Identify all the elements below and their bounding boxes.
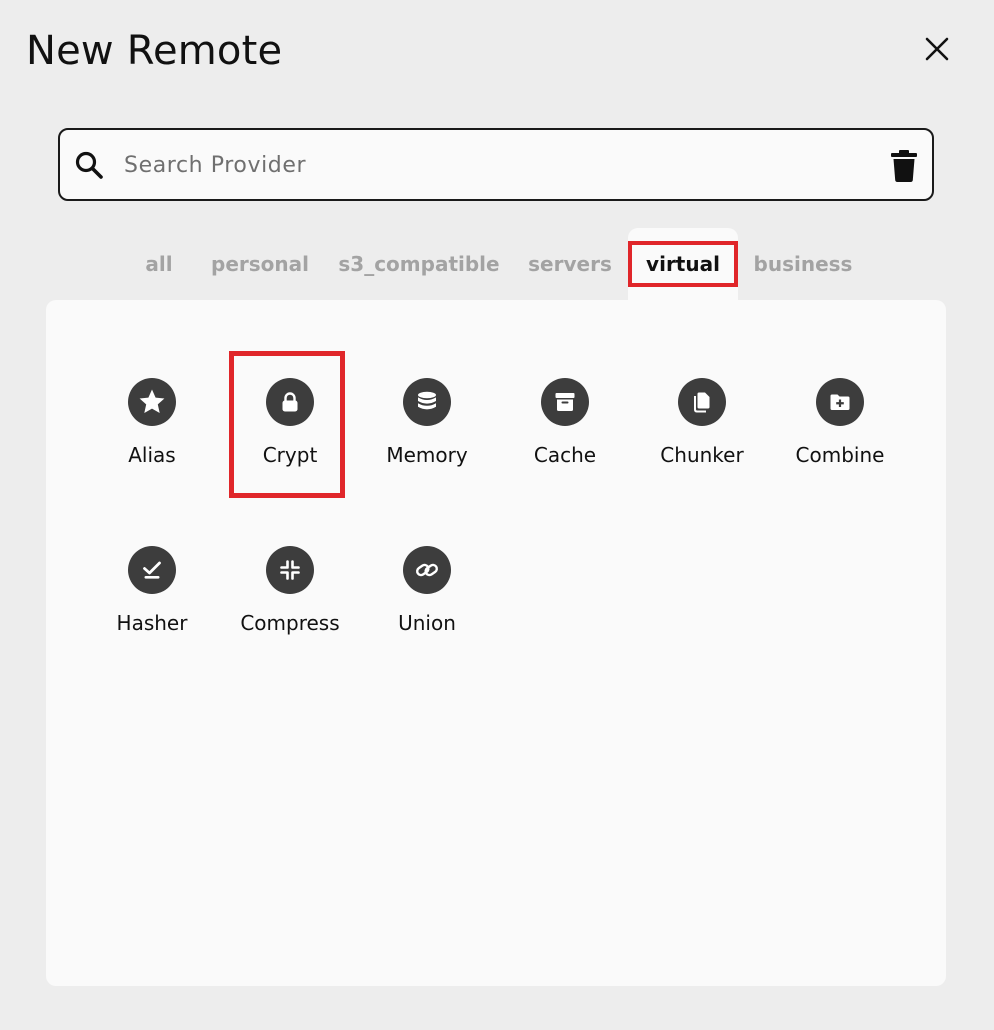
provider-icon-badge — [403, 378, 451, 426]
provider-label: Alias — [128, 443, 176, 467]
provider-compress[interactable]: Compress — [230, 546, 350, 656]
new-remote-dialog: New Remote all personal s3_compatible se… — [0, 0, 994, 1030]
copy-icon — [694, 392, 710, 413]
provider-label: Hasher — [116, 611, 188, 635]
tab-all[interactable]: all — [133, 228, 185, 300]
category-tabs: all personal s3_compatible servers virtu… — [0, 228, 994, 300]
tab-label: personal — [211, 252, 309, 276]
search-input[interactable] — [124, 144, 864, 186]
close-icon — [925, 37, 949, 61]
provider-icon-badge — [678, 378, 726, 426]
provider-hasher[interactable]: Hasher — [92, 546, 212, 656]
database-icon — [418, 391, 436, 410]
provider-cache[interactable]: Cache — [505, 378, 625, 488]
tab-label: virtual — [628, 241, 738, 287]
provider-memory[interactable]: Memory — [367, 378, 487, 488]
search-box — [58, 128, 934, 201]
provider-panel: Alias Crypt Memory Cache Chunker Combine… — [46, 300, 946, 986]
provider-label: Union — [398, 611, 456, 635]
compress-icon — [280, 560, 300, 580]
provider-label: Cache — [533, 443, 597, 467]
archive-icon — [555, 393, 575, 411]
tab-label: servers — [528, 252, 612, 276]
provider-icon-badge — [128, 378, 176, 426]
tab-servers[interactable]: servers — [522, 228, 618, 300]
provider-label: Combine — [795, 443, 885, 467]
provider-icon-badge — [541, 378, 589, 426]
dialog-title: New Remote — [26, 28, 283, 74]
provider-label: Compress — [240, 611, 340, 635]
provider-label: Memory — [386, 443, 468, 467]
selection-highlight — [229, 351, 345, 498]
provider-alias[interactable]: Alias — [92, 378, 212, 488]
close-button[interactable] — [920, 32, 954, 66]
provider-icon-badge — [403, 546, 451, 594]
check-badge-icon — [143, 561, 161, 579]
link-icon — [415, 563, 439, 577]
provider-union[interactable]: Union — [367, 546, 487, 656]
tab-personal[interactable]: personal — [206, 228, 314, 300]
provider-icon-badge — [128, 546, 176, 594]
tab-label: all — [145, 252, 173, 276]
provider-combine[interactable]: Combine — [780, 378, 900, 488]
provider-icon-badge — [816, 378, 864, 426]
trash-icon[interactable] — [890, 150, 918, 182]
tab-s3-compatible[interactable]: s3_compatible — [338, 228, 500, 300]
star-icon — [139, 389, 165, 413]
tab-label: s3_compatible — [338, 252, 500, 276]
provider-label: Chunker — [660, 443, 744, 467]
provider-chunker[interactable]: Chunker — [642, 378, 762, 488]
search-icon[interactable] — [74, 150, 104, 180]
provider-icon-badge — [266, 546, 314, 594]
tab-virtual[interactable]: virtual — [628, 228, 738, 300]
tab-business[interactable]: business — [750, 228, 856, 300]
tab-label: business — [753, 252, 853, 276]
folder-plus-icon — [830, 394, 850, 410]
